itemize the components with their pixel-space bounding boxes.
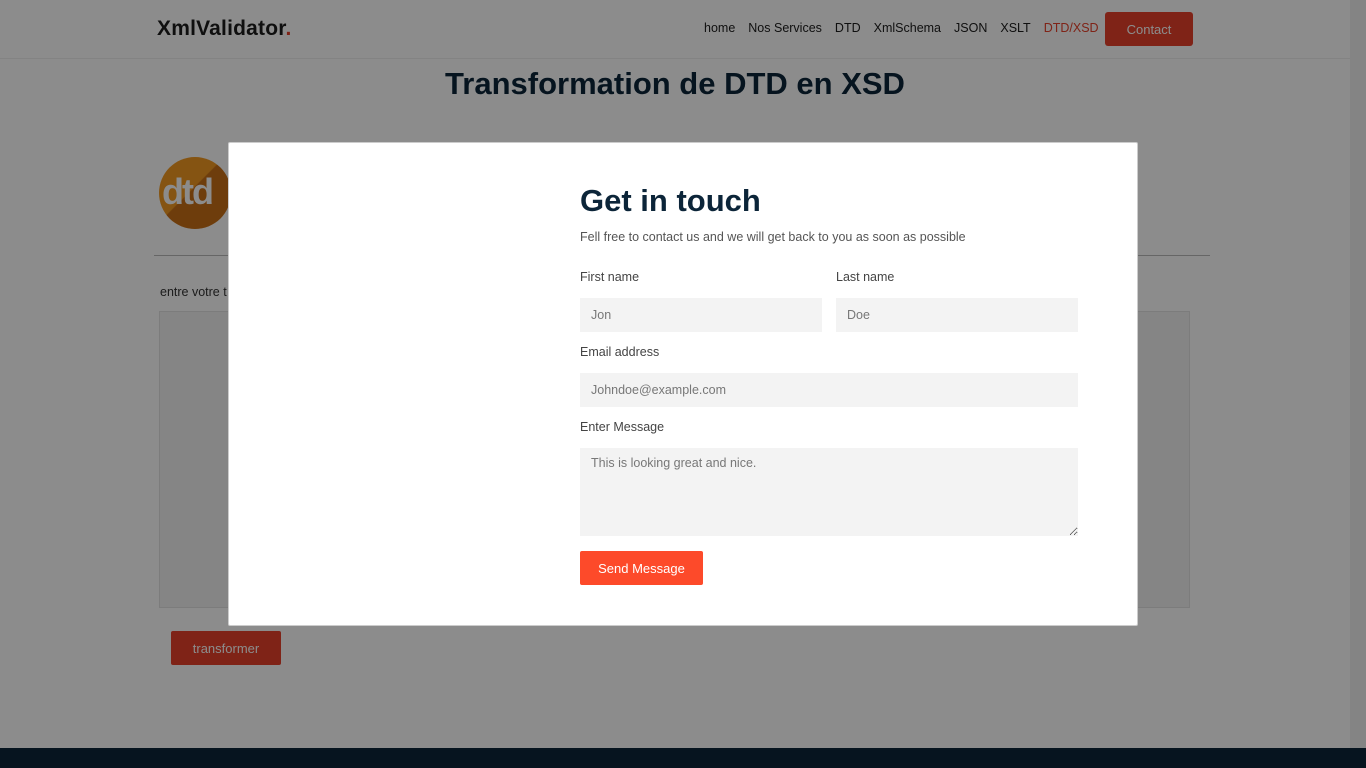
email-label: Email address xyxy=(580,345,660,359)
last-name-label: Last name xyxy=(836,270,895,284)
email-field[interactable] xyxy=(580,373,1078,407)
first-name-field[interactable] xyxy=(580,298,822,332)
first-name-label: First name xyxy=(580,270,640,284)
modal-subtitle: Fell free to contact us and we will get … xyxy=(580,230,966,244)
message-textarea[interactable] xyxy=(580,448,1078,536)
message-label: Enter Message xyxy=(580,420,665,434)
send-message-button[interactable]: Send Message xyxy=(580,551,703,585)
modal-title: Get in touch xyxy=(580,183,761,218)
last-name-field[interactable] xyxy=(836,298,1078,332)
contact-modal: Get in touch Fell free to contact us and… xyxy=(228,142,1138,626)
